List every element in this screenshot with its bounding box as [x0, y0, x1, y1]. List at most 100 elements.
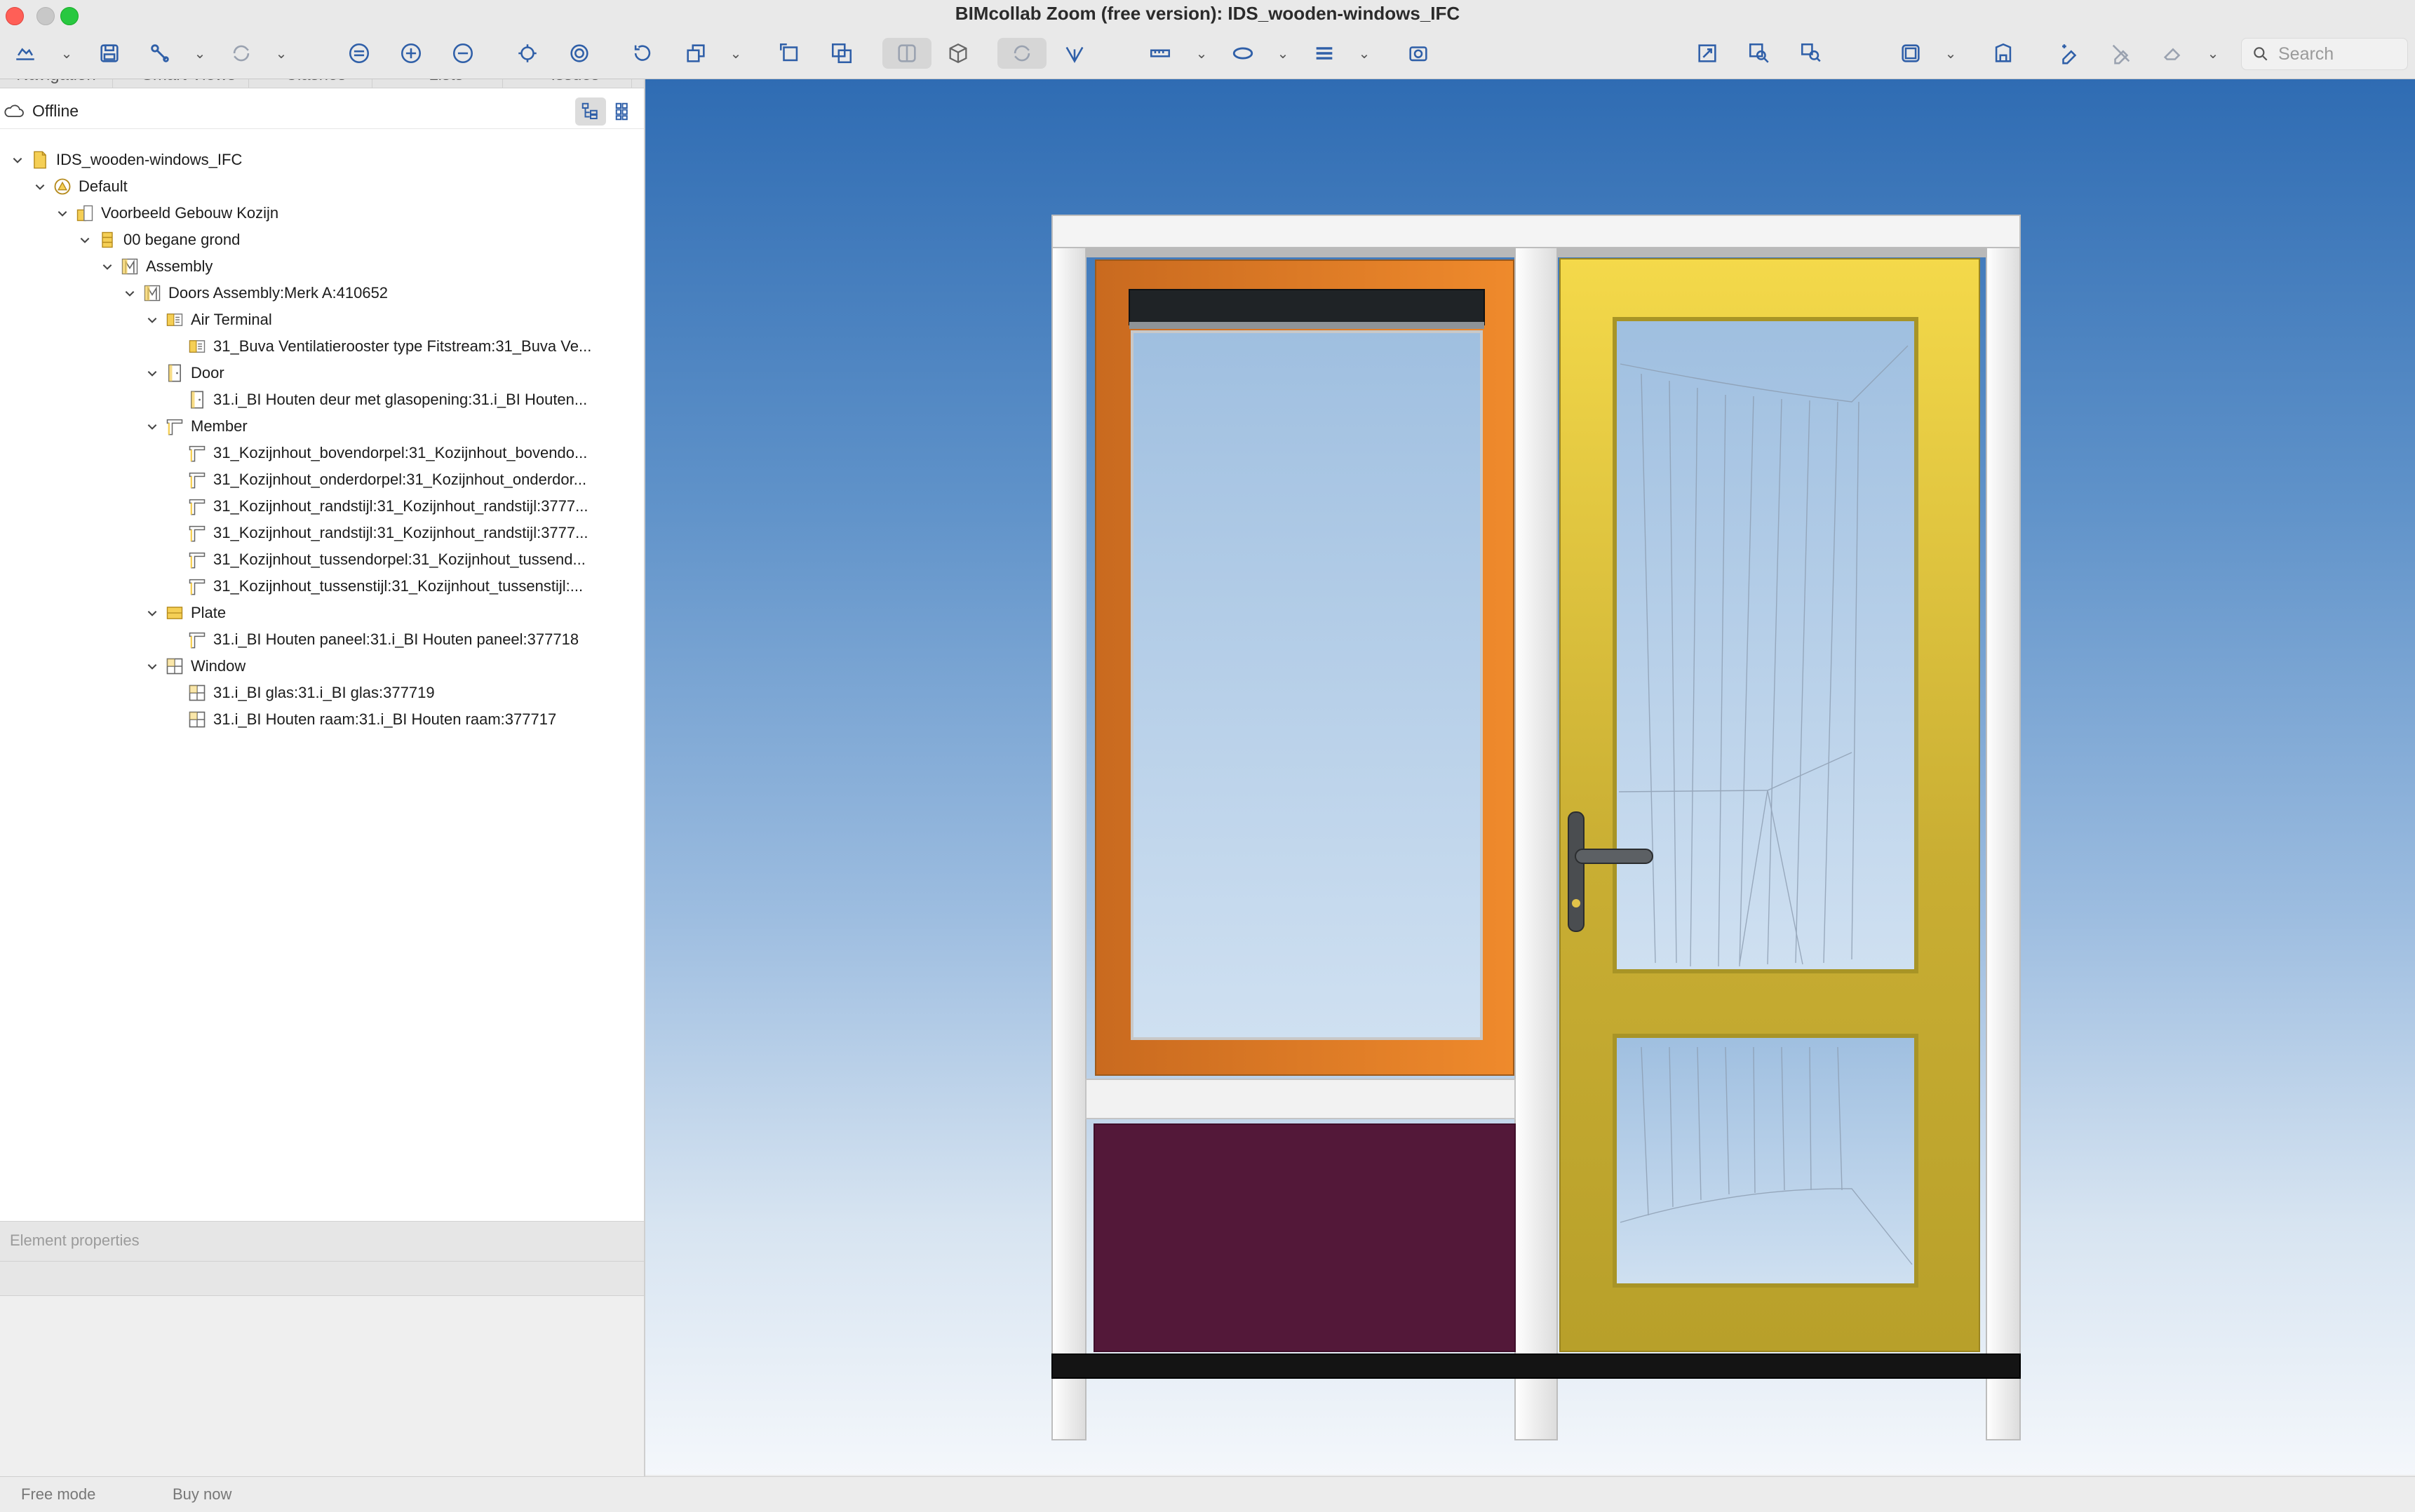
zoom-out-button[interactable]	[449, 38, 477, 69]
open-dropdown[interactable]: ⌄	[59, 38, 74, 69]
section-icon	[687, 44, 705, 62]
transom-rail[interactable]	[1085, 1079, 1516, 1119]
air-terminal-icon	[164, 309, 185, 330]
menu-icon	[1316, 47, 1333, 60]
chevron-down-icon: ⌄	[1277, 46, 1289, 62]
select-box-button[interactable]	[776, 38, 804, 69]
tree-node[interactable]: IDS_wooden-windows_IFC	[0, 147, 654, 173]
walk-button[interactable]	[1061, 38, 1089, 69]
chevron-down-icon[interactable]	[144, 419, 160, 434]
buy-now-link[interactable]: Buy now	[173, 1485, 231, 1504]
markup-button[interactable]	[2055, 38, 2083, 69]
cloud-icon	[4, 104, 24, 117]
tree-node[interactable]: Default	[0, 173, 676, 200]
erase-markup-button[interactable]	[2107, 38, 2135, 69]
chevron-down-icon[interactable]	[77, 232, 93, 248]
open-button[interactable]	[11, 38, 39, 69]
3d-viewport[interactable]	[645, 79, 2415, 1475]
grid-view-toggle[interactable]	[609, 97, 640, 126]
tree-node-label: 31_Kozijnhout_onderdorpel:31_Kozijnhout_…	[213, 471, 587, 488]
chevron-down-icon: ⌄	[194, 46, 206, 62]
chevron-down-icon[interactable]	[122, 285, 137, 301]
chevron-down-icon[interactable]	[144, 312, 160, 328]
measure-icon	[1150, 49, 1171, 58]
window-sash[interactable]	[1095, 259, 1514, 1076]
hide-button[interactable]	[345, 38, 373, 69]
tree-node-label: Default	[79, 177, 128, 195]
chevron-down-icon[interactable]	[144, 605, 160, 621]
wireframe-button[interactable]	[882, 38, 931, 69]
tree-view-toggle[interactable]	[575, 97, 606, 126]
clear-button[interactable]	[2159, 38, 2187, 69]
tree-node-label: Voorbeeld Gebouw Kozijn	[101, 204, 279, 222]
element-properties-body	[0, 1296, 644, 1478]
smart-find-button[interactable]	[1797, 38, 1825, 69]
wooden-door[interactable]	[1559, 258, 1980, 1352]
sync-dropdown[interactable]: ⌄	[274, 38, 289, 69]
tab-lists[interactable]: Lists	[390, 79, 503, 88]
section-button[interactable]	[682, 38, 710, 69]
chevron-down-icon[interactable]	[55, 205, 70, 221]
view-box-dropdown[interactable]: ⌄	[1943, 38, 1958, 69]
tree-node[interactable]: Assembly	[0, 253, 744, 280]
window-frame-model[interactable]	[645, 79, 2415, 1475]
isolate-button[interactable]	[565, 38, 593, 69]
zoom-in-button[interactable]	[397, 38, 425, 69]
chevron-down-icon[interactable]	[10, 152, 25, 168]
find-button[interactable]	[1745, 38, 1773, 69]
clash-dropdown[interactable]: ⌄	[192, 38, 208, 69]
clash-button[interactable]	[146, 38, 174, 69]
menu-dropdown[interactable]: ⌄	[1357, 38, 1372, 69]
storey-button[interactable]	[1989, 38, 2017, 69]
chevron-down-icon[interactable]	[144, 659, 160, 674]
search-input[interactable]	[2277, 41, 2406, 67]
tree-node[interactable]: 00 begane grond	[0, 227, 721, 253]
assembly-icon	[142, 283, 163, 304]
connection-status-row: Offline	[0, 95, 644, 129]
fit-button[interactable]	[1693, 38, 1721, 69]
section-dropdown[interactable]: ⌄	[728, 38, 744, 69]
fit-icon	[1698, 44, 1716, 62]
storey-icon	[1995, 43, 2012, 62]
focus-button[interactable]	[513, 38, 541, 69]
save-button[interactable]	[95, 38, 123, 69]
chevron-down-icon[interactable]	[100, 259, 115, 274]
tab-smart-views[interactable]: Smart Views	[129, 79, 249, 88]
chevron-down-icon[interactable]	[32, 179, 48, 194]
member-icon	[187, 629, 208, 650]
search-box[interactable]	[2241, 38, 2408, 70]
sync-button[interactable]	[227, 38, 255, 69]
bottom-sill[interactable]	[1051, 1354, 2021, 1379]
ellipse-dropdown[interactable]: ⌄	[1275, 38, 1291, 69]
clear-icon	[2163, 48, 2181, 60]
measure-dropdown[interactable]: ⌄	[1194, 38, 1209, 69]
wooden-panel[interactable]	[1094, 1123, 1516, 1352]
orbit-button[interactable]	[997, 38, 1047, 69]
rotate-icon	[634, 45, 651, 61]
camera-button[interactable]	[1404, 38, 1432, 69]
window-icon	[187, 709, 208, 730]
tab-navigation[interactable]: Navigation	[0, 79, 113, 88]
chevron-down-icon[interactable]	[144, 365, 160, 381]
tree-node[interactable]: Voorbeeld Gebouw Kozijn	[0, 200, 699, 227]
menu-button[interactable]	[1310, 38, 1338, 69]
view-box-button[interactable]	[1897, 38, 1925, 69]
tab-clashes[interactable]: Clashes	[260, 79, 372, 88]
open-icon	[16, 48, 34, 60]
clear-dropdown[interactable]: ⌄	[2205, 38, 2221, 69]
chevron-down-icon: ⌄	[275, 46, 288, 62]
tree-node-label: 31.i_BI Houten deur met glasopening:31.i…	[213, 391, 588, 408]
cube-button[interactable]	[944, 38, 972, 69]
member-icon	[187, 496, 208, 517]
ventilation-grille[interactable]	[1129, 289, 1485, 329]
transparency-button[interactable]	[828, 38, 856, 69]
measure-button[interactable]	[1146, 38, 1174, 69]
tab-issues[interactable]: Issues	[519, 79, 632, 88]
hide-icon	[349, 43, 370, 64]
ellipse-button[interactable]	[1229, 38, 1257, 69]
rotate-button[interactable]	[628, 38, 657, 69]
camera-icon	[1409, 46, 1427, 62]
